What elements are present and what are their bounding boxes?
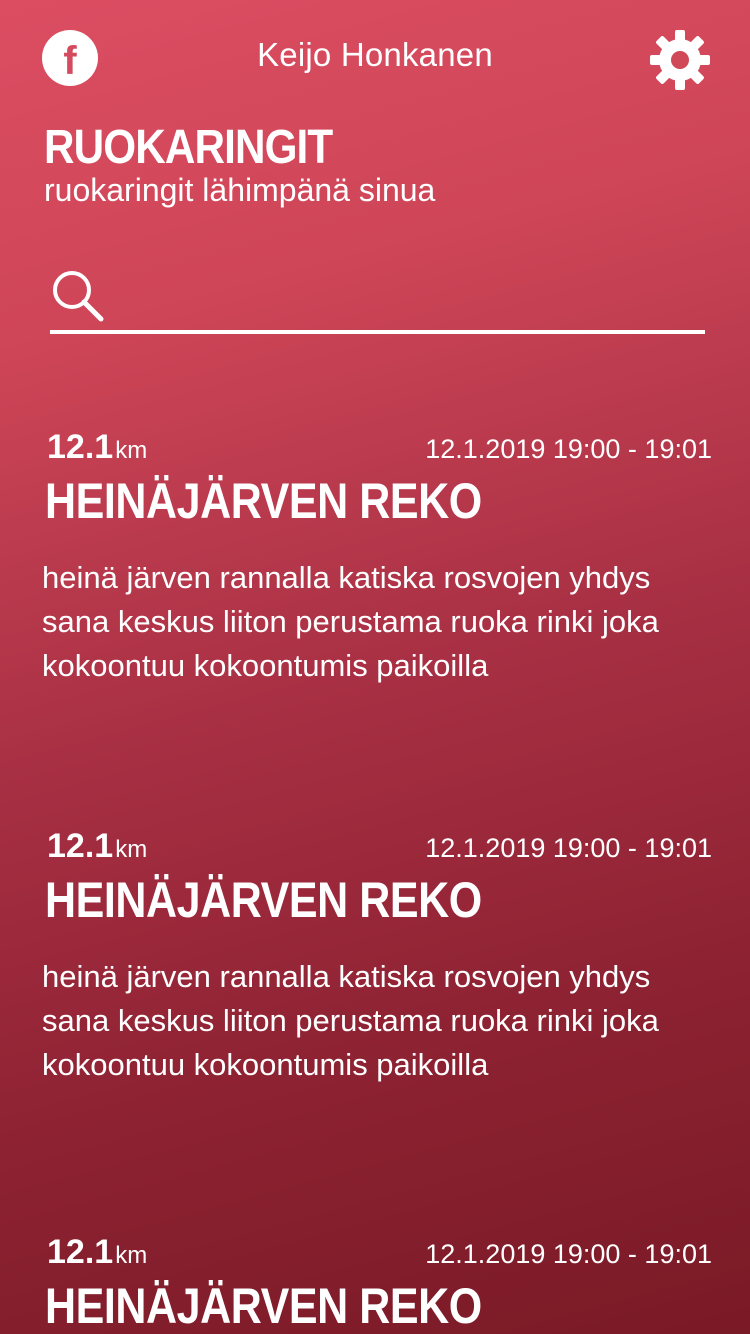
distance-value: 12.1 <box>47 1233 114 1271</box>
list-item[interactable]: 12.1km 12.1.2019 19:00 - 19:01 HEINÄJÄRV… <box>0 1233 750 1334</box>
event-datetime: 12.1.2019 19:00 - 19:01 <box>425 1239 712 1269</box>
event-title: HEINÄJÄRVEN REKO <box>45 1278 482 1334</box>
event-description: heinä järven rannalla katiska rosvojen y… <box>42 959 659 1082</box>
page-subtitle: ruokaringit lähimpänä sinua <box>44 172 436 208</box>
distance-value: 12.1 <box>47 428 114 466</box>
event-title: HEINÄJÄRVEN REKO <box>45 473 482 529</box>
distance-unit: km <box>115 1242 148 1269</box>
search-input[interactable] <box>120 272 704 326</box>
distance-unit: km <box>115 836 148 863</box>
distance: 12.1km <box>47 428 147 467</box>
search-bar[interactable] <box>50 262 705 334</box>
event-title: HEINÄJÄRVEN REKO <box>45 872 482 928</box>
distance: 12.1km <box>47 1233 147 1272</box>
distance: 12.1km <box>47 827 147 866</box>
list-item[interactable]: 12.1km 12.1.2019 19:00 - 19:01 HEINÄJÄRV… <box>0 428 750 758</box>
event-datetime: 12.1.2019 19:00 - 19:01 <box>425 833 712 863</box>
event-datetime: 12.1.2019 19:00 - 19:01 <box>425 434 712 464</box>
gear-icon[interactable] <box>648 28 712 92</box>
event-description: heinä järven rannalla katiska rosvojen y… <box>42 560 659 683</box>
distance-value: 12.1 <box>47 827 114 865</box>
search-icon[interactable] <box>50 268 106 324</box>
user-name: Keijo Honkanen <box>257 36 493 73</box>
page-title: RUOKARINGIT <box>44 121 333 174</box>
distance-unit: km <box>115 437 148 464</box>
list-item[interactable]: 12.1km 12.1.2019 19:00 - 19:01 HEINÄJÄRV… <box>0 827 750 1157</box>
